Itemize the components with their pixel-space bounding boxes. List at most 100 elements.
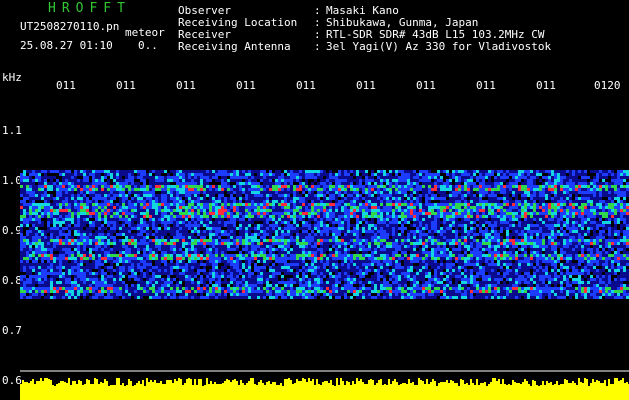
spectrogram-cell (65, 242, 68, 245)
spectrogram-cell (251, 239, 254, 242)
spectrogram-cell (500, 203, 503, 206)
spectrogram-cell (521, 170, 524, 173)
spectrogram-cell (233, 209, 236, 212)
spectrogram-cell (164, 215, 167, 218)
spectrogram-cell (398, 236, 401, 239)
spectrogram-cell (38, 221, 41, 224)
spectrogram-cell (71, 236, 74, 239)
spectrogram-cell (71, 185, 74, 188)
spectrogram-cell (254, 230, 257, 233)
spectrogram-cell (569, 203, 572, 206)
spectrogram-cell (368, 224, 371, 227)
spectrogram-cell (473, 170, 476, 173)
spectrogram-cell (611, 212, 614, 215)
spectrogram-cell (458, 215, 461, 218)
spectrogram-cell (581, 218, 584, 221)
spectrogram-cell (533, 182, 536, 185)
spectrogram-cell (68, 170, 71, 173)
spectrogram-cell (614, 191, 617, 194)
date-time: 25.08.27 01:10 (20, 39, 113, 52)
spectrogram-cell (554, 182, 557, 185)
spectrogram-cell (77, 179, 80, 182)
spectrogram-cell (500, 245, 503, 248)
spectrogram-cell (413, 209, 416, 212)
spectrogram-cell (323, 239, 326, 242)
spectrogram-cell (371, 227, 374, 230)
spectrogram-cell (98, 248, 101, 251)
spectrogram-cell (167, 230, 170, 233)
spectrogram-cell (464, 224, 467, 227)
spectrogram-cell (248, 221, 251, 224)
spectrogram-cell (455, 194, 458, 197)
spectrogram-cell (305, 233, 308, 236)
spectrogram-cell (287, 221, 290, 224)
spectrogram-cell (245, 206, 248, 209)
spectrogram-cell (227, 197, 230, 200)
spectrogram-cell (557, 242, 560, 245)
spectrogram-cell (122, 206, 125, 209)
spectrogram-cell (548, 245, 551, 248)
spectrogram-cell (623, 218, 626, 221)
spectrogram-cell (83, 176, 86, 179)
spectrogram-cell (491, 218, 494, 221)
spectrogram-cell (215, 170, 218, 173)
spectrogram-cell (110, 242, 113, 245)
spectrogram-cell (488, 185, 491, 188)
spectrogram-cell (323, 209, 326, 212)
spectrogram-cell (128, 185, 131, 188)
spectrogram-cell (41, 191, 44, 194)
spectrogram-cell (59, 173, 62, 176)
spectrogram-cell (152, 194, 155, 197)
spectrogram-cell (329, 209, 332, 212)
spectrogram-cell (344, 212, 347, 215)
spectrogram-cell (74, 206, 77, 209)
spectrogram-cell (509, 200, 512, 203)
spectrogram-cell (431, 227, 434, 230)
spectrogram-cell (425, 194, 428, 197)
spectrogram-cell (173, 221, 176, 224)
spectrogram-cell (491, 209, 494, 212)
spectrogram-cell (563, 179, 566, 182)
spectrogram-cell (32, 209, 35, 212)
spectrogram-cell (170, 185, 173, 188)
spectrogram-cell (278, 224, 281, 227)
spectrogram-cell (104, 188, 107, 191)
spectrogram-cell (293, 245, 296, 248)
spectrogram-cell (389, 230, 392, 233)
spectrogram-cell (593, 224, 596, 227)
spectrogram-cell (56, 239, 59, 242)
spectrogram-cell (275, 233, 278, 236)
spectrogram-cell (137, 197, 140, 200)
spectrogram-cell (440, 236, 443, 239)
spectrogram-cell (77, 230, 80, 233)
spectrogram-cell (158, 233, 161, 236)
spectrogram-cell (236, 218, 239, 221)
spectrogram-cell (29, 233, 32, 236)
spectrogram-cell (335, 227, 338, 230)
spectrogram-cell (314, 218, 317, 221)
spectrogram-cell (92, 242, 95, 245)
spectrogram-cell (425, 239, 428, 242)
spectrogram-cell (299, 245, 302, 248)
spectrogram-cell (521, 242, 524, 245)
spectrogram-cell (161, 176, 164, 179)
spectrogram-cell (29, 194, 32, 197)
spectrogram-cell (272, 182, 275, 185)
spectrogram-cell (80, 209, 83, 212)
spectrogram-cell (518, 176, 521, 179)
spectrogram-cell (62, 245, 65, 248)
spectrogram-cell (515, 191, 518, 194)
spectrogram-cell (146, 245, 149, 248)
spectrogram-cell (455, 218, 458, 221)
spectrogram-cell (419, 224, 422, 227)
spectrogram-cell (68, 242, 71, 245)
spectrogram-cell (419, 188, 422, 191)
spectrogram-cell (59, 212, 62, 215)
spectrogram-cell (299, 173, 302, 176)
spectrogram-cell (68, 197, 71, 200)
spectrogram-cell (293, 191, 296, 194)
spectrogram-cell (128, 206, 131, 209)
spectrogram-cell (218, 218, 221, 221)
spectrogram-cell (356, 230, 359, 233)
spectrogram-cell (179, 215, 182, 218)
